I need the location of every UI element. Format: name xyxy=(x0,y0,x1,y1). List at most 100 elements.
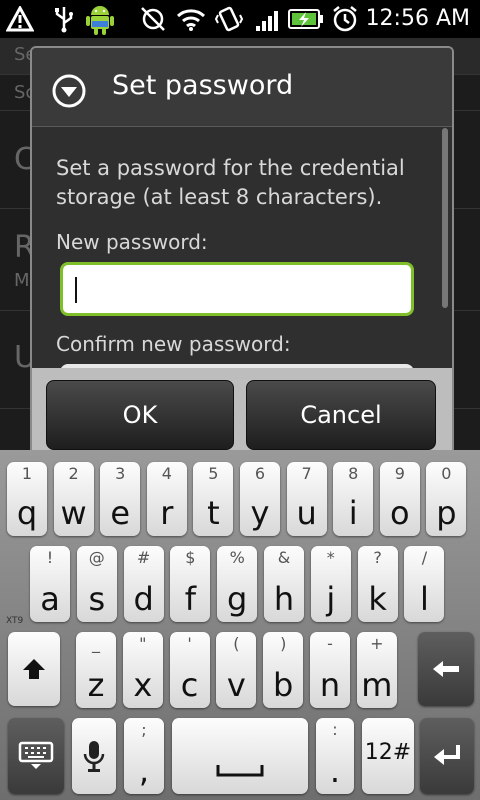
key-primary-label: j xyxy=(326,580,336,618)
backspace-arrow-icon xyxy=(418,632,474,706)
ok-button[interactable]: OK xyxy=(46,380,234,450)
key-secondary-label: ( xyxy=(233,634,240,653)
key-secondary-label: _ xyxy=(92,634,100,653)
period-key[interactable]: : . xyxy=(316,718,354,794)
key-primary-label: q xyxy=(16,494,38,532)
key-primary-label: k xyxy=(368,580,387,618)
key-m[interactable]: + m xyxy=(356,632,397,708)
keyboard-icon xyxy=(8,718,64,794)
key-primary-label: p xyxy=(436,494,457,532)
key-primary-label: a xyxy=(40,580,60,618)
wifi-icon xyxy=(174,4,208,34)
sync-off-icon xyxy=(138,4,168,34)
key-secondary-label: 4 xyxy=(161,464,172,483)
key-d[interactable]: # d xyxy=(123,546,164,622)
comma-key[interactable]: ; , xyxy=(124,718,164,794)
key-secondary-label: 5 xyxy=(208,464,219,483)
status-bar: 12:56 AM xyxy=(0,0,480,38)
dialog-title: Set password xyxy=(112,70,294,101)
key-secondary-label: 9 xyxy=(394,464,405,483)
key-secondary-label: ? xyxy=(373,548,382,567)
enter-arrow-icon xyxy=(420,718,474,794)
key-secondary-label: * xyxy=(326,548,335,567)
key-secondary-label: 0 xyxy=(441,464,452,483)
key-primary-label: o xyxy=(390,494,410,532)
key-primary-label: r xyxy=(160,494,174,532)
key-primary-label: z xyxy=(87,666,105,704)
key-secondary-label: % xyxy=(229,548,245,567)
key-c[interactable]: ' c xyxy=(169,632,210,708)
key-secondary-label: ' xyxy=(187,634,192,653)
dialog-button-bar: OK Cancel xyxy=(32,368,452,452)
keyboard-hide-key[interactable] xyxy=(8,718,64,794)
key-secondary-label: 6 xyxy=(254,464,266,483)
enter-key[interactable] xyxy=(420,718,474,794)
xt9-label: XT9 xyxy=(6,616,24,626)
key-secondary-label: 1 xyxy=(21,464,33,483)
set-password-dialog: Set password Set a password for the cred… xyxy=(30,46,454,452)
chevron-down-circle-icon xyxy=(52,74,86,108)
key-primary-label: b xyxy=(273,666,294,704)
new-password-label: New password: xyxy=(56,230,208,254)
key-primary-label: n xyxy=(319,666,341,704)
key-o[interactable]: 9o xyxy=(379,462,420,536)
confirm-password-label: Confirm new password: xyxy=(56,332,291,356)
key-secondary-label: 7 xyxy=(301,464,312,483)
dialog-scrollbar[interactable] xyxy=(442,128,448,308)
key-secondary-label: 3 xyxy=(115,464,126,483)
key-primary-label: s xyxy=(88,580,106,618)
key-l[interactable]: / l xyxy=(404,546,445,622)
key-q[interactable]: 1q xyxy=(7,462,47,536)
key-primary-label: u xyxy=(296,494,317,532)
microphone-key[interactable] xyxy=(72,718,116,794)
key-primary-label: v xyxy=(226,666,246,704)
key-f[interactable]: $ f xyxy=(170,546,211,622)
microphone-icon xyxy=(72,718,116,794)
vibrate-icon xyxy=(214,4,244,34)
key-secondary-label: 8 xyxy=(348,464,359,483)
key-n[interactable]: -n xyxy=(310,632,350,708)
usb-icon xyxy=(50,4,78,34)
key-z[interactable]: _ z xyxy=(76,632,116,708)
shift-arrow-icon xyxy=(8,632,60,706)
key-r[interactable]: 4r xyxy=(146,462,187,536)
key-j[interactable]: * j xyxy=(310,546,351,622)
key-y[interactable]: 6y xyxy=(240,462,280,536)
key-p[interactable]: 0p xyxy=(426,462,467,536)
key-g[interactable]: % g xyxy=(217,546,258,622)
backspace-key[interactable] xyxy=(418,632,474,706)
shift-key[interactable] xyxy=(8,632,60,706)
text-cursor xyxy=(75,277,77,303)
key-secondary-label: & xyxy=(277,548,291,567)
key-secondary-label: ! xyxy=(46,548,54,567)
key-secondary-label: / xyxy=(421,548,428,567)
key-i[interactable]: 8i xyxy=(333,462,374,536)
clock-time: 12:56 AM xyxy=(365,6,470,31)
alarm-icon xyxy=(330,4,360,34)
numbers-symbols-key[interactable]: 12# xyxy=(362,718,414,794)
key-secondary-label: 2 xyxy=(68,464,79,483)
key-primary-label: l xyxy=(419,580,429,618)
cancel-button[interactable]: Cancel xyxy=(246,380,436,450)
battery-charging-icon xyxy=(288,4,324,34)
key-k[interactable]: ? k xyxy=(357,546,398,622)
key-v[interactable]: (v xyxy=(216,632,257,708)
bg-row-subtext: M xyxy=(14,270,30,291)
key-e[interactable]: 3e xyxy=(100,462,141,536)
key-b[interactable]: ) b xyxy=(263,632,304,708)
key-primary-label: x xyxy=(133,666,153,704)
key-x[interactable]: " x xyxy=(122,632,163,708)
new-password-field[interactable] xyxy=(60,262,414,316)
key-h[interactable]: & h xyxy=(264,546,304,622)
space-key[interactable] xyxy=(172,718,308,794)
key-w[interactable]: 2w xyxy=(53,462,94,536)
key-secondary-label: : xyxy=(332,720,338,739)
key-u[interactable]: 7u xyxy=(286,462,327,536)
key-a[interactable]: ! a xyxy=(30,546,70,622)
key-s[interactable]: @ s xyxy=(76,546,117,622)
key-t[interactable]: 5t xyxy=(193,462,234,536)
soft-keyboard: 1q2w3e4r5t6y7u8i9o0p ! a @ s # d $ f% g & h * j? k / l … xyxy=(0,450,480,800)
key-primary-label: d xyxy=(133,580,154,618)
key-secondary-label: + xyxy=(370,634,384,653)
key-secondary-label: # xyxy=(136,548,151,567)
